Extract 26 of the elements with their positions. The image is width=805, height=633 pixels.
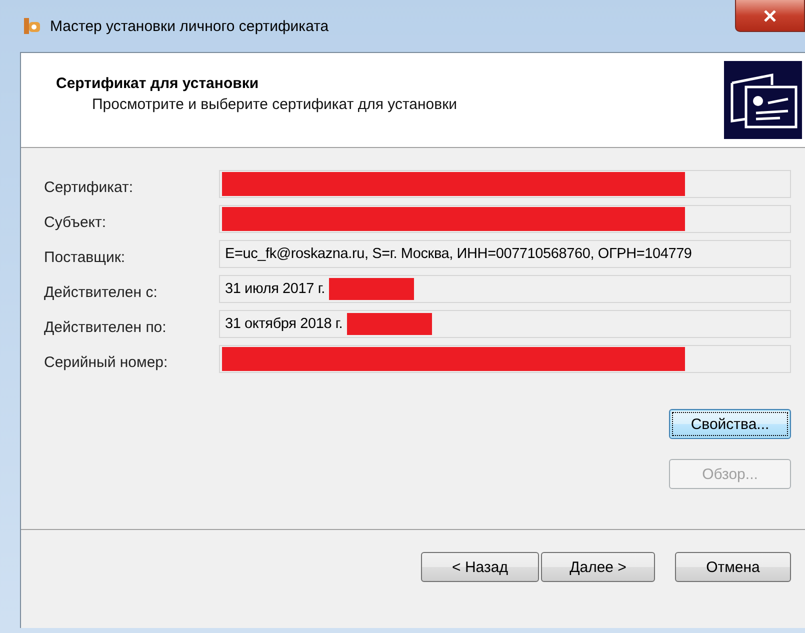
field-label: Сертификат: [44, 178, 134, 196]
dialog-button[interactable]: < Назад [421, 552, 539, 582]
dialog-button[interactable]: Отмена [675, 552, 791, 582]
read-only-field[interactable] [219, 170, 791, 198]
field-label: Действителен с: [44, 282, 158, 300]
field-label: Субъект: [44, 212, 108, 230]
window-title: Мастер установки личного сертификата [50, 18, 329, 34]
field-label: Серийный номер: [44, 352, 169, 370]
read-only-field[interactable]: 31 октября 2018 г. [219, 310, 791, 338]
read-only-field[interactable] [219, 345, 791, 373]
dialog-button[interactable]: Свойства... [669, 409, 791, 439]
dialog-button[interactable]: Далее > [541, 552, 655, 582]
field-value: 31 июля 2017 г. [225, 281, 325, 297]
close-button[interactable] [735, 0, 805, 32]
read-only-field[interactable]: E=uc_fk@roskazna.ru, S=г. Москва, ИНН=007710568760, ОГРН=104779 [219, 240, 791, 268]
field-value: 31 октября 2018 г. [225, 316, 343, 332]
close-icon [763, 10, 777, 22]
field-value: E=uc_fk@roskazna.ru, S=г. Москва, ИНН=007710568760, ОГРН=104779 [225, 246, 692, 262]
field-label: Поставщик: [44, 248, 126, 266]
read-only-field[interactable] [219, 205, 791, 233]
page-title: Сертификат для установки [56, 75, 260, 92]
wizard-icon [22, 16, 42, 36]
field-label: Действителен по: [44, 318, 168, 336]
page-subtitle: Просмотрите и выберите сертификат для установки [91, 96, 458, 113]
certificate-icon [724, 61, 802, 139]
read-only-field[interactable]: 31 июля 2017 г. [219, 275, 791, 303]
